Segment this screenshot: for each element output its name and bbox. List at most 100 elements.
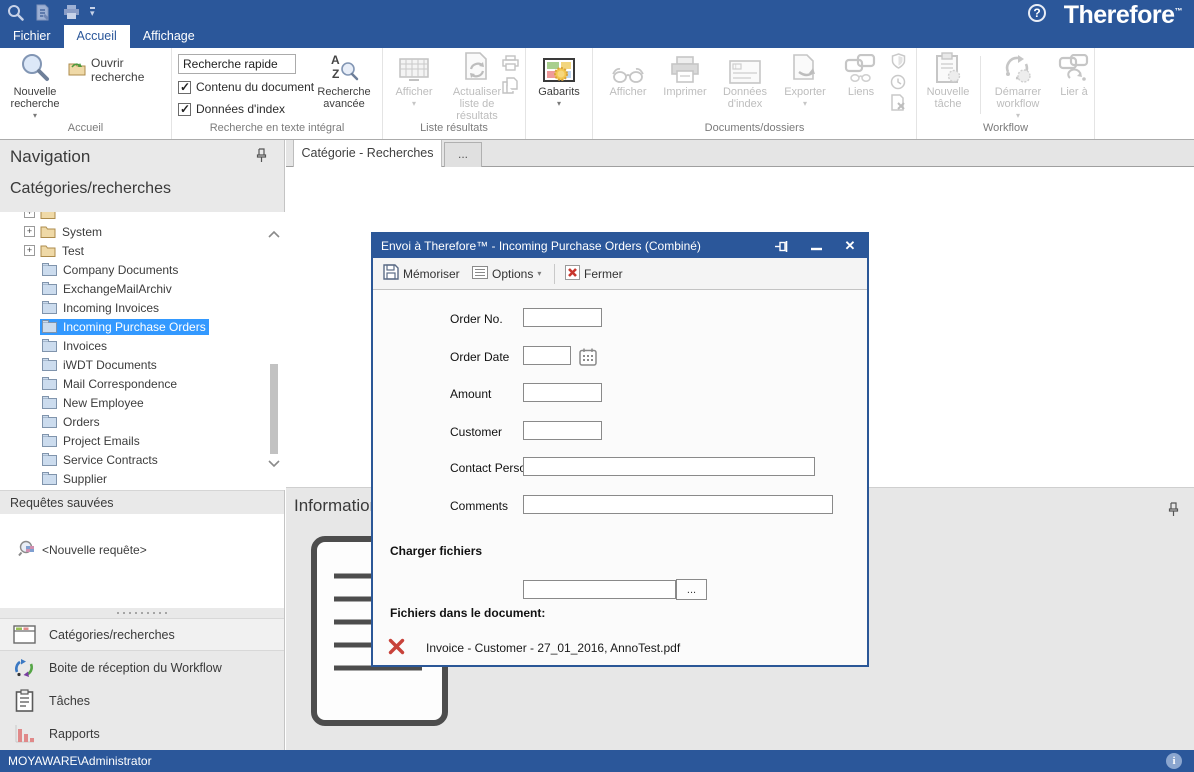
contact-person-input[interactable]: [523, 457, 815, 476]
order-date-input[interactable]: [523, 346, 571, 365]
folder-icon: [40, 244, 56, 257]
tree-row-iwdt-documents[interactable]: iWDT Documents: [0, 355, 285, 374]
print-button: Imprimer: [657, 50, 713, 122]
scrollbar-thumb[interactable]: [270, 364, 278, 454]
workflow-arrows-icon: [1002, 50, 1034, 86]
tab-categorie-recherches[interactable]: Catégorie - Recherches: [293, 140, 442, 167]
category-icon: [42, 472, 57, 485]
dialog-close-icon[interactable]: ✕: [841, 237, 859, 255]
tree-row-company-documents[interactable]: Company Documents: [0, 260, 285, 279]
category-icon: [42, 339, 57, 352]
link-to-label: Lier à: [1060, 86, 1088, 98]
group-label-results: Liste résultats: [383, 122, 525, 138]
browse-button[interactable]: ...: [676, 579, 707, 600]
tree-row-test[interactable]: + Test: [0, 241, 285, 260]
tree-row-invoices[interactable]: Invoices: [0, 336, 285, 355]
save-button[interactable]: Mémoriser: [383, 258, 460, 289]
refresh-results-label: Actualiser liste de résultats: [445, 86, 509, 122]
checkbox-checked-icon[interactable]: [178, 81, 191, 94]
nav-mode-reports[interactable]: Rapports: [0, 717, 284, 750]
close-dialog-button[interactable]: Fermer: [565, 258, 623, 289]
templates-button[interactable]: Gabarits ▾: [528, 50, 590, 122]
tab-fichier[interactable]: Fichier: [0, 25, 64, 48]
dialog-toolbar: Mémoriser Options ▾ Fermer: [373, 258, 867, 290]
category-icon: [42, 377, 57, 390]
tab-accueil[interactable]: Accueil: [64, 25, 130, 48]
attached-file-name[interactable]: Invoice - Customer - 27_01_2016, AnnoTes…: [426, 641, 680, 655]
calendar-icon[interactable]: [577, 346, 598, 367]
expand-icon[interactable]: +: [24, 226, 35, 237]
badge-seal-icon: [553, 66, 569, 82]
tree-row-orders[interactable]: Orders: [0, 412, 285, 431]
new-query-label: <Nouvelle requête>: [42, 543, 147, 557]
nav-mode-categories[interactable]: Catégories/recherches: [0, 618, 284, 651]
tree-row-incoming-purchase-orders[interactable]: Incoming Purchase Orders: [0, 317, 285, 336]
links-icon: [844, 50, 878, 86]
tree-label: ExchangeMailArchiv: [63, 282, 172, 296]
dialog-pin-icon[interactable]: [773, 237, 791, 255]
order-no-label: Order No.: [450, 312, 503, 326]
content-tab-strip: Catégorie - Recherches ...: [286, 140, 1194, 167]
saved-queries-list: <Nouvelle requête>: [0, 514, 284, 608]
info-icon[interactable]: i: [1166, 753, 1182, 769]
comments-input[interactable]: [523, 495, 833, 514]
nav-mode-workflow-inbox[interactable]: Boite de réception du Workflow: [0, 651, 284, 684]
checkbox-document-content[interactable]: Contenu du document: [178, 80, 314, 94]
remove-file-icon[interactable]: [388, 638, 405, 658]
checkbox-checked-icon[interactable]: [178, 103, 191, 116]
tree-row-partial[interactable]: +: [0, 212, 285, 222]
checkbox-index-data[interactable]: Données d'index: [178, 102, 285, 116]
dialog-minimize-icon[interactable]: [807, 237, 825, 255]
expand-icon[interactable]: +: [24, 245, 35, 256]
upload-file-input[interactable]: [523, 580, 676, 599]
expand-icon[interactable]: +: [24, 212, 35, 218]
tab-affichage[interactable]: Affichage: [130, 25, 208, 48]
checkbox-label: Données d'index: [196, 102, 285, 116]
advanced-search-label: Recherche avancée: [308, 86, 380, 110]
tree-row-service-contracts[interactable]: Service Contracts: [0, 450, 285, 469]
index-data-label: Données d'index: [715, 86, 775, 110]
checkbox-label: Contenu du document: [196, 80, 314, 94]
amount-input[interactable]: [523, 383, 602, 402]
tree-row-supplier[interactable]: Supplier: [0, 469, 285, 488]
clipboard-task-icon: [934, 50, 962, 86]
navigation-header: Navigation: [0, 140, 284, 176]
tab-overflow[interactable]: ...: [444, 142, 482, 167]
tree-row-mail-correspondence[interactable]: Mail Correspondence: [0, 374, 285, 393]
navigation-title: Navigation: [10, 147, 90, 167]
tree-row-new-employee[interactable]: New Employee: [0, 393, 285, 412]
order-no-input[interactable]: [523, 308, 602, 327]
quick-search-icon[interactable]: [6, 3, 24, 21]
pin-icon[interactable]: [1168, 502, 1180, 518]
attached-file-row: Invoice - Customer - 27_01_2016, AnnoTes…: [388, 638, 680, 658]
nav-mode-label: Rapports: [49, 727, 100, 741]
tree-row-incoming-invoices[interactable]: Incoming Invoices: [0, 298, 285, 317]
customer-input[interactable]: [523, 421, 602, 440]
query-search-icon: [18, 540, 36, 560]
svg-text:A: A: [331, 53, 340, 67]
tree-row-system[interactable]: + System: [0, 222, 285, 241]
options-list-icon: [472, 266, 488, 282]
advanced-search-button[interactable]: AZ Recherche avancée: [308, 50, 380, 122]
tree-row-exchangemailarchiv[interactable]: ExchangeMailArchiv: [0, 279, 285, 298]
tree-scrollbar[interactable]: [265, 212, 283, 490]
quick-search-input[interactable]: [178, 54, 296, 74]
reports-chart-icon: [12, 724, 36, 744]
options-button[interactable]: Options ▾: [472, 258, 541, 289]
open-search-button[interactable]: Ouvrir recherche: [68, 56, 171, 84]
start-workflow-label: Démarrer workflow: [983, 86, 1053, 110]
qat-customize-caret-icon[interactable]: ▾: [90, 7, 95, 17]
scroll-down-icon[interactable]: [267, 456, 281, 474]
folder-icon: [40, 225, 56, 238]
quick-document-icon[interactable]: [34, 3, 52, 21]
panel-splitter-handle[interactable]: [0, 608, 284, 618]
nav-mode-tasks[interactable]: Tâches: [0, 684, 284, 717]
saved-queries-header[interactable]: Requêtes sauvées: [0, 490, 284, 514]
scroll-up-icon[interactable]: [267, 226, 281, 244]
pin-icon[interactable]: [256, 148, 268, 164]
new-search-button[interactable]: Nouvelle recherche ▾: [4, 50, 66, 122]
new-query-item[interactable]: <Nouvelle requête>: [18, 540, 147, 560]
quick-print-icon[interactable]: [62, 3, 80, 21]
help-icon[interactable]: ?: [1028, 4, 1046, 22]
tree-row-project-emails[interactable]: Project Emails: [0, 431, 285, 450]
